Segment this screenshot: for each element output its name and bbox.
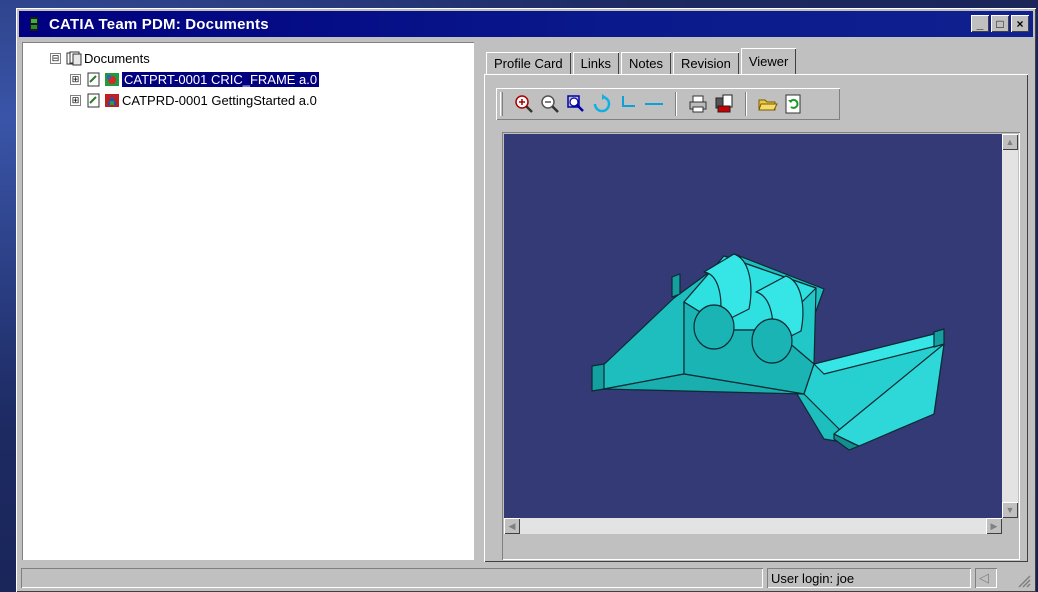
expand-icon[interactable]: ⊞: [70, 95, 81, 106]
tab-strip: Profile Card Links Notes Revision Viewer: [486, 48, 798, 74]
document-icon: [87, 72, 100, 87]
user-login-status: User login: joe: [767, 568, 971, 588]
resize-grip-icon[interactable]: [1015, 572, 1031, 588]
window-title: CATIA Team PDM: Documents: [49, 15, 269, 33]
open-button[interactable]: [757, 93, 779, 115]
tree-item-label: CATPRT-0001 CRIC_FRAME a.0: [122, 72, 320, 87]
arrow-left-icon: ◀: [508, 520, 516, 531]
close-icon: ×: [1016, 16, 1024, 31]
minimize-icon: _: [976, 16, 984, 31]
status-bar: User login: joe ◁: [19, 566, 1033, 590]
zoom-area-icon: [567, 95, 584, 112]
vertical-scrollbar[interactable]: ▲ ▼: [1002, 134, 1018, 518]
tab-viewer[interactable]: Viewer: [740, 48, 797, 74]
close-button[interactable]: ×: [1011, 15, 1029, 32]
detail-pane: Profile Card Links Notes Revision Viewer: [480, 42, 1032, 564]
horizontal-scrollbar[interactable]: ◀ ▶: [504, 518, 1002, 534]
tree-root[interactable]: ⊟ Documents: [50, 48, 319, 69]
part-icon: [105, 73, 119, 86]
tree-item-label: CATPRD-0001 GettingStarted a.0: [122, 93, 317, 108]
maximize-icon: □: [996, 16, 1004, 31]
zoom-in-button[interactable]: [513, 93, 535, 115]
title-bar[interactable]: CATIA Team PDM: Documents _ □ ×: [19, 11, 1033, 37]
scroll-down-button[interactable]: ▼: [1002, 502, 1018, 518]
rotate-icon: [593, 94, 611, 113]
tab-label: Links: [580, 55, 611, 71]
document-icon: [87, 93, 100, 108]
minimize-button[interactable]: _: [971, 15, 989, 32]
arrow-up-icon: ▲: [1005, 137, 1015, 147]
collapse-icon[interactable]: ⊟: [50, 53, 61, 64]
print-setup-icon: [715, 94, 733, 113]
tab-profile-card[interactable]: Profile Card: [486, 52, 571, 74]
document-tree: ⊟ Documents ⊞ CATPRT-0001 CRIC_FRAME a.0…: [50, 48, 320, 111]
scroll-right-button[interactable]: ▶: [986, 518, 1002, 534]
zoom-in-icon: [515, 95, 533, 113]
document-tree-pane[interactable]: ⊟ Documents ⊞ CATPRT-0001 CRIC_FRAME a.0…: [22, 42, 474, 560]
scroll-up-button[interactable]: ▲: [1002, 134, 1018, 150]
documents-folder-icon: [66, 51, 82, 66]
cric-frame-3d-model: [591, 253, 945, 451]
tab-notes[interactable]: Notes: [621, 52, 671, 74]
fit-icon: [645, 103, 663, 105]
tab-label: Revision: [680, 55, 731, 71]
open-folder-icon: [758, 99, 778, 111]
toolbar-separator: [745, 92, 747, 116]
arrow-right-icon: ▶: [990, 520, 998, 531]
pan-icon: [622, 96, 635, 107]
print-button[interactable]: [687, 93, 709, 115]
tab-label: Notes: [629, 55, 663, 71]
tree-root-label: Documents: [84, 51, 150, 66]
print-setup-button[interactable]: [713, 93, 735, 115]
product-icon: [105, 94, 119, 107]
rotate-button[interactable]: [591, 93, 613, 115]
window-controls: _ □ ×: [971, 15, 1029, 32]
viewer-frame: ▲ ▼ ◀ ▶: [502, 132, 1020, 560]
print-icon: [689, 95, 707, 113]
tab-links[interactable]: Links: [572, 52, 619, 74]
tab-label: Profile Card: [494, 55, 563, 71]
refresh-icon: [785, 94, 801, 114]
maximize-button[interactable]: □: [991, 15, 1009, 32]
tab-label: Viewer: [748, 53, 789, 69]
catia-app-icon: [30, 17, 38, 31]
tree-item-cric-frame[interactable]: ⊞ CATPRT-0001 CRIC_FRAME a.0: [50, 69, 320, 90]
pan-button[interactable]: [617, 93, 639, 115]
toolbar-separator: [675, 92, 677, 116]
refresh-button[interactable]: [783, 93, 805, 115]
toolbar-grip[interactable]: [500, 92, 503, 116]
arrow-down-icon: ▼: [1005, 505, 1015, 515]
pdm-window: CATIA Team PDM: Documents _ □ × ⊟ Docume…: [16, 8, 1036, 592]
zoom-out-button[interactable]: [539, 93, 561, 115]
status-message: [21, 568, 763, 588]
expand-icon[interactable]: ⊞: [70, 74, 81, 85]
scroll-left-button[interactable]: ◀: [504, 518, 520, 534]
status-indicator-icon: ◁: [975, 568, 997, 588]
tree-item-getting-started[interactable]: ⊞ CATPRD-0001 GettingStarted a.0: [50, 90, 319, 111]
zoom-area-button[interactable]: [565, 93, 587, 115]
viewer-toolbar: [496, 88, 840, 120]
viewer-canvas[interactable]: [504, 134, 1002, 518]
fit-all-button[interactable]: [643, 93, 665, 115]
tab-revision[interactable]: Revision: [672, 52, 739, 74]
zoom-out-icon: [541, 95, 559, 113]
